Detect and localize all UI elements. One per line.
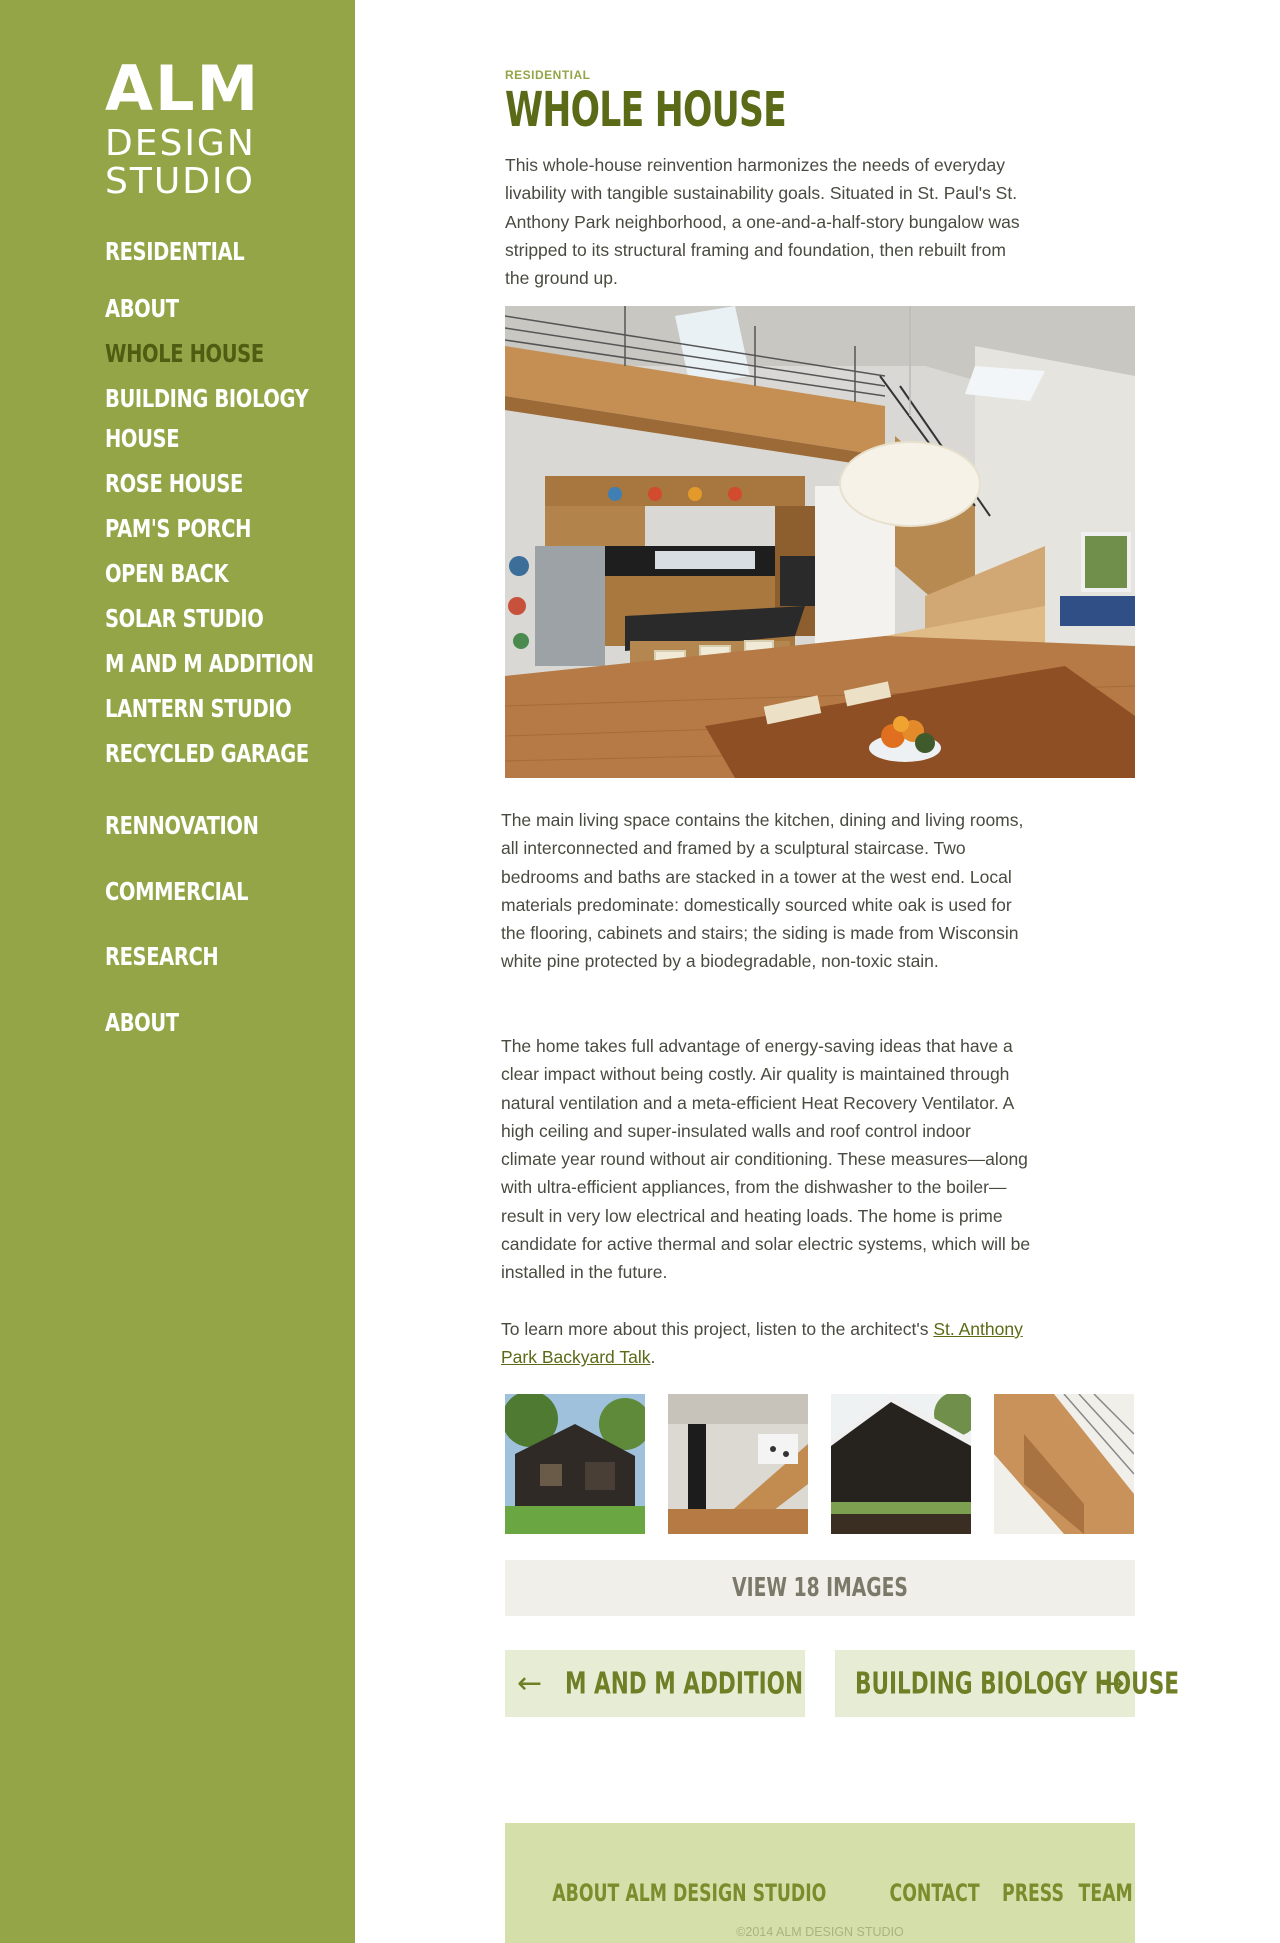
footer-link-contact[interactable]: CONTACT	[890, 1879, 980, 1907]
thumbnail-stair-image	[994, 1394, 1134, 1534]
previous-project-button[interactable]: ← M AND M ADDITION	[505, 1650, 805, 1717]
arrow-right-icon: →	[1099, 1665, 1125, 1701]
learn-more-prefix: To learn more about this project, listen…	[501, 1319, 934, 1339]
category-kicker: RESIDENTIAL	[505, 68, 591, 82]
thumbnail-gable-image	[831, 1394, 971, 1534]
interior-illustration	[505, 306, 1135, 778]
copyright-text: ©2014 ALM DESIGN STUDIO	[736, 1925, 904, 1939]
gallery-thumbnail-stair[interactable]	[994, 1394, 1134, 1534]
gallery-thumbnail-gable[interactable]	[831, 1394, 971, 1534]
next-project-label: BUILDING BIOLOGY HOUSE	[855, 1666, 1180, 1701]
thumbnail-exterior-image	[505, 1394, 645, 1534]
intro-paragraph: This whole-house reinvention harmonizes …	[505, 155, 1020, 289]
gallery-thumbnail-living-room[interactable]	[668, 1394, 808, 1534]
footer-link-team[interactable]: TEAM	[1079, 1879, 1133, 1907]
previous-project-label: M AND M ADDITION	[565, 1666, 804, 1701]
arrow-left-icon: ←	[517, 1665, 543, 1701]
learn-more-suffix: .	[650, 1347, 656, 1368]
footer-links: ABOUT ALM DESIGN STUDIO CONTACT PRESS TE…	[505, 1879, 1135, 1907]
footer-link-about[interactable]: ABOUT ALM DESIGN STUDIO	[552, 1879, 826, 1907]
next-project-button[interactable]: BUILDING BIOLOGY HOUSE →	[835, 1650, 1179, 1717]
view-all-images-label: VIEW 18 IMAGES	[732, 1573, 908, 1603]
learn-more-paragraph: To learn more about this project, listen…	[501, 1315, 1031, 1372]
view-all-images-button[interactable]: VIEW 18 IMAGES	[505, 1560, 1135, 1616]
gallery-thumbnail-exterior[interactable]	[505, 1394, 645, 1534]
hero-interior-photo[interactable]	[505, 306, 1135, 778]
thumbnail-living-room-image	[668, 1394, 808, 1534]
main-content: RESIDENTIAL WHOLE HOUSE This whole-house…	[0, 0, 1280, 1943]
footer: ABOUT ALM DESIGN STUDIO CONTACT PRESS TE…	[505, 1823, 1135, 1943]
page-title: WHOLE HOUSE	[505, 82, 787, 138]
body-paragraph-2: The home takes full advantage of energy-…	[501, 1036, 1031, 1283]
body-paragraph-1: The main living space contains the kitch…	[501, 810, 1024, 972]
footer-link-press[interactable]: PRESS	[1002, 1879, 1064, 1907]
